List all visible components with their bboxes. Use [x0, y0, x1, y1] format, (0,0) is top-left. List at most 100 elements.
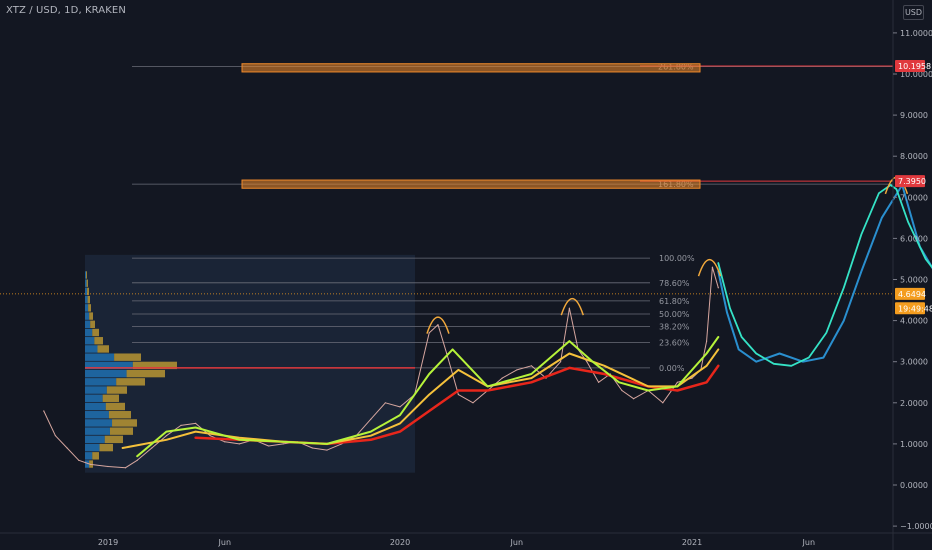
- projection-point: [881, 217, 883, 219]
- fib-label: 38.20%: [659, 322, 690, 331]
- ema-fast-point: [706, 352, 708, 355]
- ema-fast-point: [165, 430, 167, 433]
- curve-point: [860, 233, 862, 235]
- volume-bar-down: [87, 295, 90, 304]
- price-point: [370, 418, 372, 420]
- volume-bar-up: [85, 369, 127, 378]
- ema-fast-point: [568, 340, 570, 342]
- price-point: [54, 435, 57, 437]
- ema-fast-point: [326, 443, 328, 445]
- volume-bar-up: [85, 402, 106, 411]
- price-point: [89, 463, 92, 466]
- ema-fast-point: [238, 439, 240, 441]
- price-point: [516, 369, 518, 371]
- ema-mid-point: [428, 393, 430, 396]
- volume-bar-up: [85, 287, 88, 296]
- volume-bar-up: [85, 304, 89, 312]
- ema-mid-point: [122, 447, 124, 449]
- ema-slow-point: [568, 367, 570, 369]
- volume-bar-down: [102, 394, 119, 402]
- price-point: [180, 424, 182, 427]
- volume-bar-down: [90, 320, 95, 328]
- y-tick-label: 2.0000: [900, 399, 928, 408]
- fib-label: 100.00%: [659, 254, 695, 263]
- x-tick-label: 2019: [98, 538, 118, 547]
- y-tick-label: 5.0000: [900, 276, 928, 285]
- projection-point: [738, 348, 740, 350]
- volume-bar-down: [108, 411, 131, 419]
- price-point: [224, 441, 226, 443]
- y-tick-label: 6.0000: [900, 234, 928, 243]
- ema-fast-point: [195, 426, 197, 429]
- ema-fast-point: [370, 430, 372, 433]
- ema-fast-point: [399, 414, 401, 416]
- volume-bar-up: [85, 345, 98, 353]
- volume-bar-up: [85, 353, 115, 361]
- price-point: [136, 459, 138, 461]
- price-point: [676, 381, 679, 383]
- price-point: [662, 402, 664, 404]
- ema-fast-point: [647, 389, 649, 392]
- price-point: [326, 449, 328, 451]
- y-tick-label: 7.0000: [900, 193, 928, 202]
- arc-marker: [697, 258, 722, 277]
- curve-point: [925, 258, 927, 260]
- ema-mid-point: [165, 439, 167, 441]
- price-point: [384, 402, 386, 404]
- price-point: [399, 406, 401, 408]
- price-point: [472, 402, 474, 404]
- price-point: [66, 447, 68, 449]
- price-point: [282, 443, 284, 445]
- y-tick-label: 0.0000: [900, 481, 928, 490]
- price-point: [586, 361, 588, 363]
- curve-point: [895, 188, 898, 190]
- ema-mid-point: [706, 365, 708, 367]
- target-zones: [241, 63, 701, 189]
- projection-point: [755, 361, 757, 363]
- volume-bar-up: [85, 295, 88, 304]
- volume-bar-down: [86, 279, 88, 287]
- ema-mid-point: [399, 422, 401, 424]
- price-point: [43, 410, 45, 412]
- price-label-text: 7.3950: [898, 177, 926, 186]
- ema-slow-point: [717, 365, 719, 367]
- ema-mid-point: [530, 377, 533, 379]
- y-tick-label: 9.0000: [900, 111, 928, 120]
- ema-mid-point: [647, 385, 649, 387]
- price-point: [428, 332, 430, 334]
- fib-label: 50.00%: [659, 310, 690, 319]
- ema-mid-point: [238, 437, 240, 439]
- volume-bar-down: [94, 337, 103, 345]
- volume-bar-up: [85, 337, 95, 345]
- volume-bar-down: [114, 353, 141, 361]
- x-tick-label: 2021: [682, 538, 702, 547]
- ema-slow-point: [530, 381, 533, 383]
- fib-label: 23.60%: [659, 338, 690, 347]
- volume-bar-down: [86, 271, 87, 279]
- volume-bar-up: [85, 411, 109, 419]
- fib-label: 78.60%: [659, 279, 690, 288]
- projection-point: [822, 356, 825, 359]
- x-tick-label: 2020: [390, 538, 410, 547]
- volume-bar-down: [106, 386, 127, 394]
- ema-mid-point: [370, 435, 372, 437]
- volume-bar-up: [85, 443, 100, 452]
- y-tick-label: −1.0000: [900, 522, 932, 531]
- price-point: [195, 422, 197, 424]
- volume-bar-up: [85, 419, 113, 427]
- curve-point: [717, 262, 719, 264]
- volume-bar-up: [85, 320, 91, 328]
- price-point: [268, 445, 270, 447]
- ema-fast-point: [717, 336, 719, 338]
- volume-bar-down: [99, 443, 113, 452]
- price-chart[interactable]: 0.00% 23.60% 38.20% 50.00% 61.80% 78.60% 100.0…: [0, 0, 932, 550]
- volume-bar-up: [85, 427, 110, 435]
- y-tick-label: 8.0000: [900, 152, 928, 161]
- volume-bar-down: [126, 369, 165, 378]
- projection-point: [779, 352, 781, 355]
- volume-bar-down: [109, 427, 133, 435]
- fib-label: 61.80%: [659, 297, 690, 306]
- price-point: [151, 447, 153, 449]
- price-point: [530, 365, 533, 367]
- volume-bar-down: [97, 345, 109, 353]
